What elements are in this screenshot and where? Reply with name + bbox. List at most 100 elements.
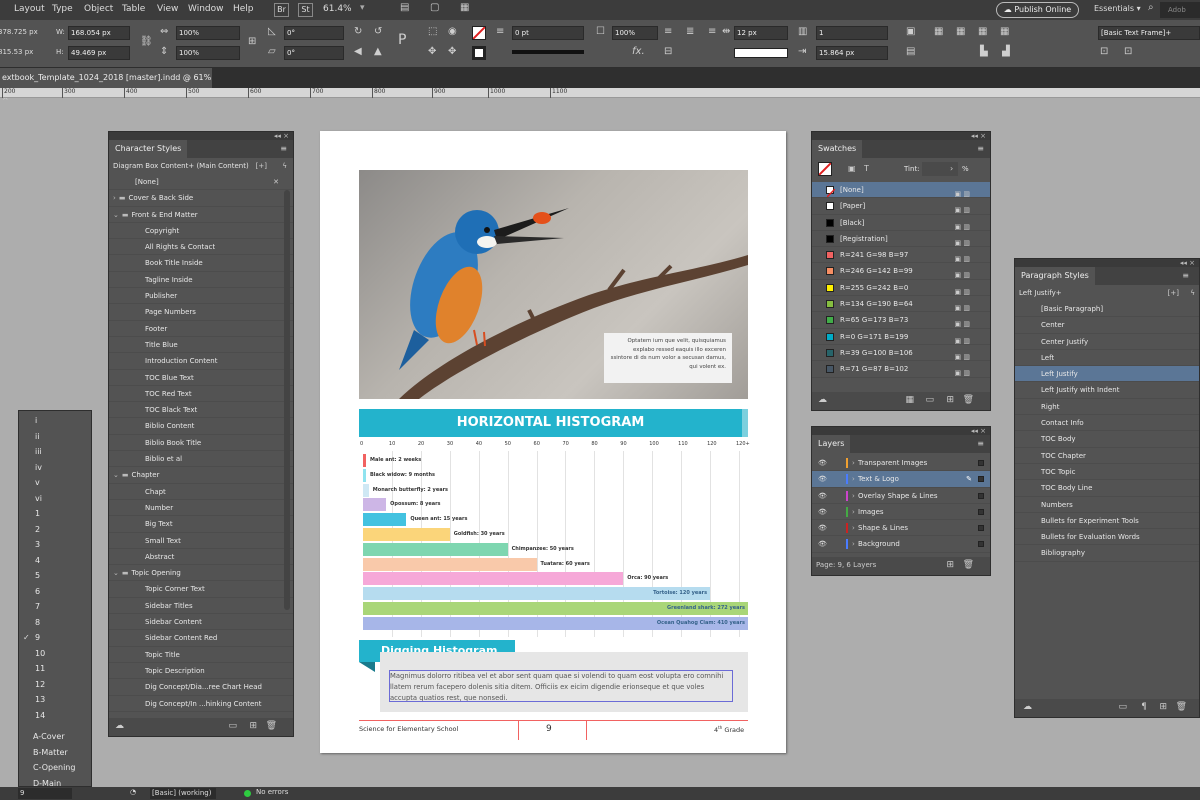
search-icon[interactable]: ⌕ <box>1148 2 1154 13</box>
trash-icon[interactable]: 🗑 <box>1176 702 1187 712</box>
para-style-item[interactable]: TOC Topic <box>1015 464 1199 481</box>
page-number-field[interactable]: 9 <box>18 788 72 799</box>
layer-item[interactable]: 👁 › Shape & Lines <box>812 520 990 537</box>
char-style-item[interactable]: Footer <box>109 321 293 337</box>
page-item[interactable]: iii <box>19 444 91 460</box>
horizontal-ruler[interactable]: 200 300 400 500 600 700 800 900 1000 110… <box>0 88 1200 98</box>
photo-caption[interactable]: Optatem ium que velit, quisquiamus expla… <box>604 333 732 383</box>
layer-select-square[interactable] <box>978 460 984 466</box>
page-item[interactable]: 7 <box>19 599 91 615</box>
char-style-item[interactable]: Topic Description <box>109 663 293 680</box>
para-style-item[interactable]: Left Justify with Indent <box>1015 382 1199 399</box>
scale-x-field[interactable]: 100% <box>176 26 240 40</box>
scale-y-field[interactable]: 100% <box>176 46 240 60</box>
bridge-button[interactable]: Br <box>274 3 289 17</box>
h-field[interactable]: 49.469 px <box>68 46 130 60</box>
publish-online-button[interactable]: ☁ Publish Online <box>996 2 1079 18</box>
menu-window[interactable]: Window <box>188 4 224 14</box>
fitting-icon[interactable]: ▤ <box>906 46 915 58</box>
cloud-icon[interactable]: ☁ <box>115 721 124 731</box>
distribute-icon[interactable]: ⊡ <box>1100 46 1108 58</box>
new-style-icon[interactable]: ⊞ <box>1159 702 1167 712</box>
eye-icon[interactable]: 👁 <box>818 504 827 520</box>
chart-bar[interactable] <box>363 557 537 571</box>
horizontal-histogram-chart[interactable]: 0 10 20 30 40 50 60 70 80 90 100 110 120 120+ Male ant… <box>359 441 750 637</box>
menu-layout[interactable]: Layout <box>14 4 45 14</box>
tint-arrow-icon[interactable]: › <box>950 164 953 173</box>
gutter-field[interactable]: 12 px <box>734 26 788 40</box>
menu-type[interactable]: Type <box>52 4 73 14</box>
para-style-item[interactable]: Contact Info <box>1015 415 1199 432</box>
para-style-item[interactable]: Left <box>1015 350 1199 367</box>
eye-icon[interactable]: 👁 <box>818 455 827 471</box>
stroke-weight-field[interactable]: 0 pt <box>512 26 584 40</box>
digging-text-frame[interactable]: Magnimus dolorro ritibea vel et abor sen… <box>389 670 733 702</box>
panel-menu-icon[interactable]: ≡ <box>977 144 984 153</box>
page-item[interactable]: 8 <box>19 615 91 631</box>
chevron-down-icon[interactable]: ⌄ <box>113 211 119 219</box>
chevron-right-icon[interactable]: › <box>852 504 855 520</box>
swatch-item[interactable]: R=134 G=190 B=64 ▣ ▥ <box>812 296 990 313</box>
select-container-icon[interactable]: ⬚ <box>428 26 437 38</box>
swatch-item[interactable]: R=39 G=100 B=106 ▣ ▥ <box>812 345 990 362</box>
chart-bar[interactable] <box>363 572 624 586</box>
chevron-right-icon[interactable]: › <box>852 488 855 504</box>
text-frame-options-icon[interactable]: ⊟ <box>664 46 672 58</box>
page-item[interactable]: 14 <box>19 708 91 724</box>
char-style-item[interactable]: Big Text <box>109 516 293 533</box>
page-item[interactable]: 12 <box>19 677 91 693</box>
swatch-item[interactable]: R=0 G=171 B=199 ▣ ▥ <box>812 329 990 345</box>
char-style-item[interactable]: Book Title Inside <box>109 255 293 272</box>
align-right-icon[interactable]: ≡ <box>708 26 716 38</box>
layer-select-square[interactable] <box>978 541 984 548</box>
container-icon[interactable]: ▣ <box>848 164 856 173</box>
opacity-field[interactable]: 100% <box>612 26 658 40</box>
chevron-down-icon[interactable]: ▾ <box>360 3 365 13</box>
page-item[interactable]: 10 <box>19 646 91 662</box>
panel-collapse-bar[interactable]: ◂◂ × <box>1015 259 1199 267</box>
para-style-item[interactable]: Bullets for Experiment Tools <box>1015 513 1199 530</box>
master-item[interactable]: C-Opening <box>19 760 91 776</box>
char-style-item[interactable]: Number <box>109 500 293 517</box>
constrain-link-icon[interactable]: ⛓ <box>140 36 153 48</box>
char-style-item[interactable]: Topic Corner Text <box>109 581 293 598</box>
view-options-icon[interactable]: ▤ <box>400 2 409 13</box>
char-style-item[interactable]: TOC Red Text <box>109 386 293 403</box>
chart-bar[interactable] <box>363 454 366 467</box>
panel-collapse-bar[interactable]: ◂◂ × <box>109 132 293 140</box>
char-style-item[interactable]: Sidebar Titles <box>109 598 293 615</box>
quick-apply-icon[interactable]: ϟ <box>1190 285 1195 301</box>
menu-help[interactable]: Help <box>233 4 254 14</box>
page-item[interactable]: 13 <box>19 692 91 708</box>
column-rule-preview[interactable] <box>734 48 788 58</box>
page-item[interactable]: 6 <box>19 584 91 600</box>
arrange-icon[interactable]: ▦ <box>460 2 469 13</box>
trash-icon[interactable]: 🗑 <box>963 560 974 570</box>
page-item[interactable]: v <box>19 475 91 491</box>
char-style-item[interactable]: All Rights & Contact <box>109 239 293 256</box>
para-style-item[interactable]: Bibliography <box>1015 545 1199 562</box>
layer-select-square[interactable] <box>978 492 984 499</box>
para-style-item[interactable]: TOC Body <box>1015 431 1199 448</box>
chevron-right-icon[interactable]: › <box>852 536 855 552</box>
page-item[interactable]: 1 <box>19 506 91 522</box>
stroke-type-selector[interactable] <box>512 50 584 54</box>
chart-bar[interactable] <box>363 542 508 556</box>
para-style-item[interactable]: Center Justify <box>1015 334 1199 350</box>
page-item[interactable]: i <box>19 413 91 429</box>
swatch-item[interactable]: R=241 G=98 B=97 ▣ ▥ <box>812 247 990 264</box>
page-item[interactable]: 11 <box>19 661 91 677</box>
char-style-item[interactable]: Page Numbers <box>109 304 293 321</box>
para-style-item[interactable]: Left Justify <box>1015 366 1199 383</box>
char-style-item[interactable]: Dig Concept/Dia...ree Chart Head <box>109 679 293 696</box>
trash-icon[interactable]: 🗑 <box>266 721 277 731</box>
zoom-level[interactable]: 61.4% <box>323 4 352 14</box>
flip-vertical-icon[interactable]: ▲ <box>374 46 382 58</box>
panel-collapse-bar[interactable]: ◂◂ × <box>812 427 990 435</box>
panel-menu-icon[interactable]: ≡ <box>1182 271 1189 280</box>
char-style-item[interactable]: Biblio Book Title <box>109 435 293 452</box>
page-item[interactable]: ✓ 9 <box>19 630 91 646</box>
columns-field[interactable]: 1 <box>816 26 888 40</box>
char-style-item[interactable]: Topic Title <box>109 647 293 663</box>
char-style-item[interactable]: ⌄ ▬ Topic Opening <box>109 565 293 582</box>
